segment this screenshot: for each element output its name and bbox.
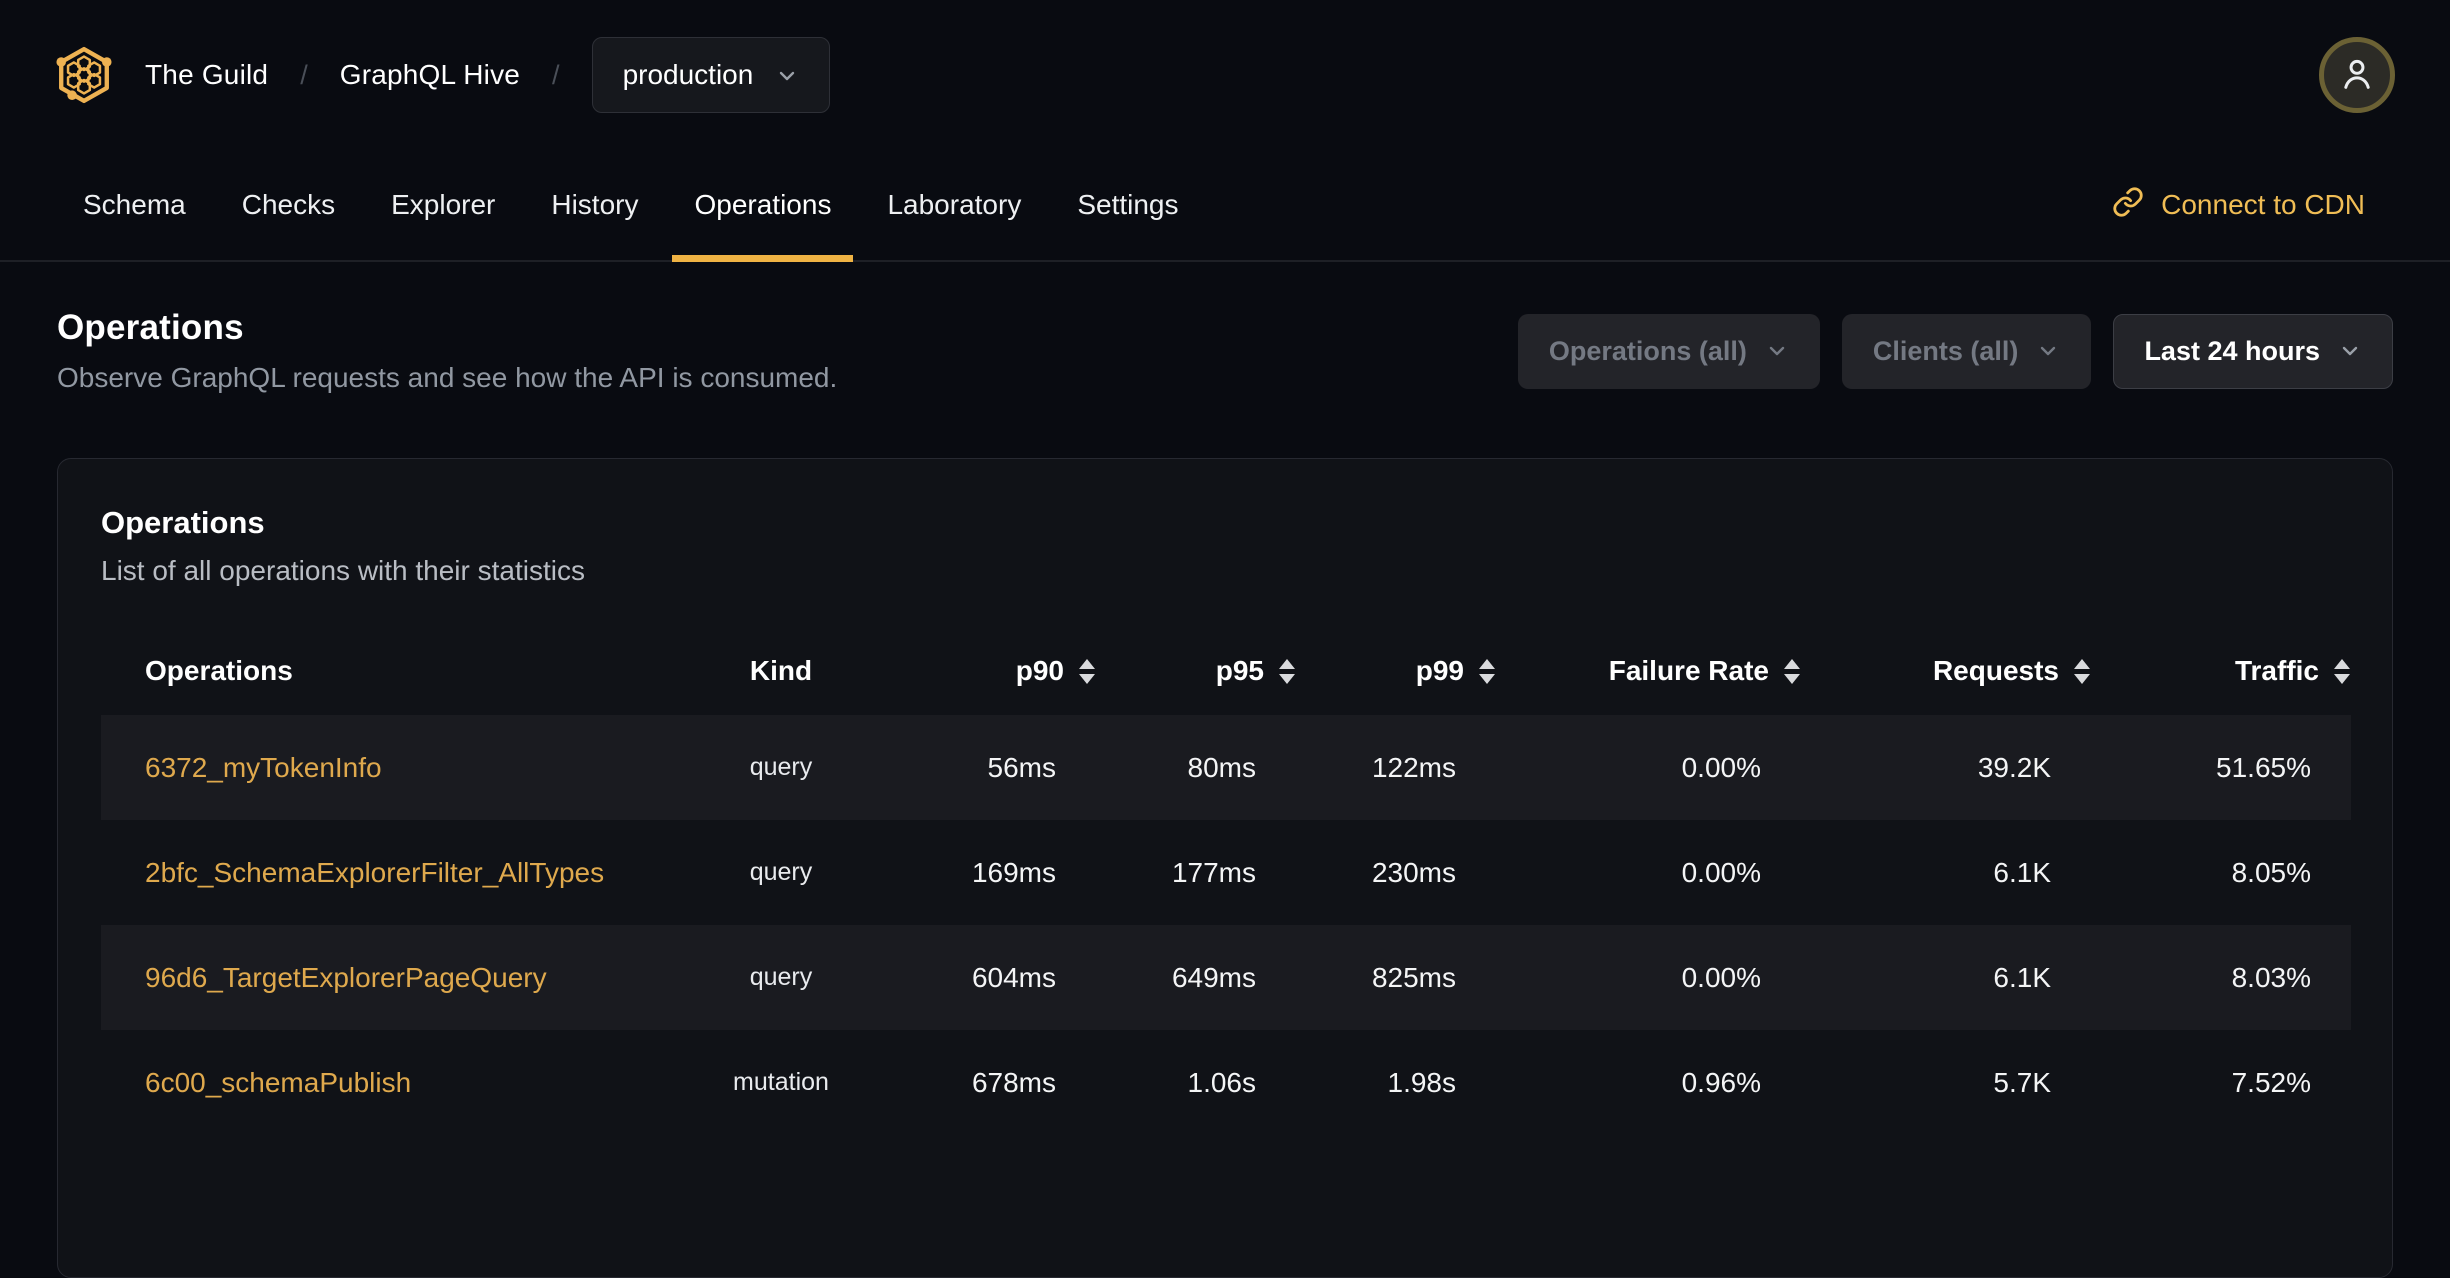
top-bar: The Guild / GraphQL Hive / production (0, 0, 2450, 150)
breadcrumb-separator: / (300, 59, 308, 90)
column-label: p99 (1415, 655, 1464, 686)
operation-p95: 649ms (1171, 961, 1256, 993)
operation-p90: 56ms (987, 751, 1056, 783)
period-filter-dropdown[interactable]: Last 24 hours (2113, 313, 2393, 389)
link-icon (2112, 186, 2144, 225)
operation-kind: query (749, 963, 813, 991)
operation-link[interactable]: 6c00_schemaPublish (145, 1067, 411, 1098)
operations-filter-label: Operations (all) (1548, 335, 1747, 366)
operation-traffic: 8.03% (2231, 961, 2311, 993)
card-subtitle: List of all operations with their statis… (101, 555, 585, 586)
tab-schema[interactable]: Schema (55, 150, 214, 260)
tab-explorer[interactable]: Explorer (363, 150, 523, 260)
operation-link[interactable]: 6372_myTokenInfo (145, 752, 382, 783)
page-title: Operations (57, 308, 244, 347)
page-titles: Operations Observe GraphQL requests and … (57, 308, 837, 394)
column-header-requests[interactable]: Requests (1801, 627, 2091, 715)
column-header-p99[interactable]: p99 (1296, 627, 1496, 715)
operation-requests: 39.2K (1977, 751, 2051, 783)
operation-p90: 678ms (971, 1066, 1056, 1098)
column-header-operations: Operations (145, 655, 293, 686)
operation-p99: 1.98s (1387, 1066, 1457, 1098)
operation-p99: 122ms (1371, 751, 1456, 783)
chevron-down-icon (1765, 339, 1789, 363)
sort-icon (1279, 658, 1295, 684)
chevron-down-icon (2338, 339, 2362, 363)
operation-p90: 169ms (971, 856, 1056, 888)
connect-to-cdn-label: Connect to CDN (2161, 189, 2365, 220)
sort-icon (1784, 658, 1800, 684)
table-row: 96d6_TargetExplorerPageQuery query 604ms… (101, 925, 2351, 1030)
column-header-p95[interactable]: p95 (1096, 627, 1296, 715)
operation-failure-rate: 0.00% (1681, 856, 1761, 888)
column-header-p90[interactable]: p90 (901, 627, 1096, 715)
sort-icon (2074, 658, 2090, 684)
card-title: Operations (101, 505, 265, 540)
sort-icon (2334, 658, 2350, 684)
table-row: 6372_myTokenInfo query 56ms 80ms 122ms 0… (101, 715, 2351, 820)
operation-requests: 6.1K (1993, 856, 2051, 888)
sort-icon (1079, 658, 1095, 684)
tab-laboratory[interactable]: Laboratory (859, 150, 1049, 260)
user-avatar-button[interactable] (2319, 37, 2395, 113)
column-header-failure-rate[interactable]: Failure Rate (1496, 627, 1801, 715)
breadcrumb-org[interactable]: The Guild (145, 59, 268, 91)
page-header: Operations Observe GraphQL requests and … (0, 262, 2450, 394)
clients-filter-label: Clients (all) (1872, 335, 2019, 366)
operation-link[interactable]: 2bfc_SchemaExplorerFilter_AllTypes (145, 857, 604, 888)
operation-requests: 6.1K (1993, 961, 2051, 993)
operation-p95: 80ms (1187, 751, 1256, 783)
user-icon (2336, 53, 2378, 98)
column-label: Requests (1932, 655, 2059, 686)
operation-p99: 230ms (1371, 856, 1456, 888)
operation-failure-rate: 0.00% (1681, 961, 1761, 993)
main-nav: Schema Checks Explorer History Operation… (0, 150, 2450, 262)
chevron-down-icon (775, 63, 799, 87)
tab-settings[interactable]: Settings (1049, 150, 1206, 260)
table-row: 6c00_schemaPublish mutation 678ms 1.06s … (101, 1030, 2351, 1135)
column-label: p95 (1215, 655, 1264, 686)
sort-icon (1479, 658, 1495, 684)
target-selector-value: production (622, 59, 754, 90)
operation-kind: query (749, 858, 813, 886)
operation-link[interactable]: 96d6_TargetExplorerPageQuery (145, 962, 547, 993)
column-label: Failure Rate (1608, 655, 1769, 686)
column-header-kind: Kind (749, 655, 813, 686)
chevron-down-icon (2036, 339, 2060, 363)
breadcrumb-separator: / (552, 59, 560, 90)
breadcrumb-project[interactable]: GraphQL Hive (340, 59, 520, 91)
operation-p90: 604ms (971, 961, 1056, 993)
operation-requests: 5.7K (1993, 1066, 2051, 1098)
operation-traffic: 8.05% (2231, 856, 2311, 888)
table-header-row: Operations Kind p90 p95 p99 Failure Rate… (101, 627, 2351, 715)
tab-checks[interactable]: Checks (214, 150, 363, 260)
operations-filter-dropdown[interactable]: Operations (all) (1517, 313, 1820, 389)
operation-kind: mutation (733, 1068, 829, 1096)
operation-kind: query (749, 753, 813, 781)
column-label: Traffic (2234, 655, 2319, 686)
tab-history[interactable]: History (523, 150, 666, 260)
hive-logo-icon (55, 46, 113, 104)
tab-operations[interactable]: Operations (666, 150, 859, 262)
table-row: 2bfc_SchemaExplorerFilter_AllTypes query… (101, 820, 2351, 925)
operation-failure-rate: 0.96% (1681, 1066, 1761, 1098)
operation-p95: 1.06s (1187, 1066, 1257, 1098)
column-label: p90 (1015, 655, 1064, 686)
operation-failure-rate: 0.00% (1681, 751, 1761, 783)
operations-table: Operations Kind p90 p95 p99 Failure Rate… (101, 627, 2351, 1135)
operation-p95: 177ms (1171, 856, 1256, 888)
operations-card: Operations List of all operations with t… (57, 458, 2393, 1278)
filters-toolbar: Operations (all) Clients (all) Last 24 h… (1517, 313, 2393, 389)
target-selector-dropdown[interactable]: production (591, 37, 831, 113)
clients-filter-dropdown[interactable]: Clients (all) (1841, 313, 2092, 389)
column-header-traffic[interactable]: Traffic (2091, 627, 2351, 715)
operation-traffic: 7.52% (2231, 1066, 2311, 1098)
connect-to-cdn-link[interactable]: Connect to CDN (2112, 150, 2365, 260)
page-subtitle: Observe GraphQL requests and see how the… (57, 362, 838, 393)
operation-p99: 825ms (1371, 961, 1456, 993)
operation-traffic: 51.65% (2216, 751, 2311, 783)
period-filter-label: Last 24 hours (2144, 335, 2320, 366)
